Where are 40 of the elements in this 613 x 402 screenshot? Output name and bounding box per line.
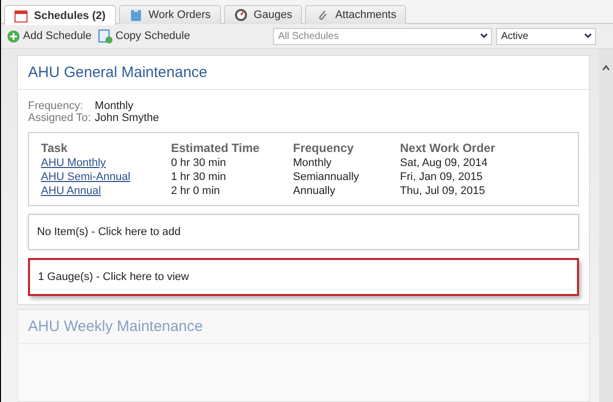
column-header: Next Work Order <box>400 140 496 156</box>
tab[interactable]: Attachments <box>305 5 406 24</box>
table-cell: Sat, Aug 09, 2014 <box>400 157 488 169</box>
column-header: Task <box>41 140 68 156</box>
column-header: Estimated Time <box>171 140 260 156</box>
tab[interactable]: Gauges <box>224 5 302 24</box>
task-link[interactable]: AHU Monthly <box>41 157 106 169</box>
caret-icon <box>480 33 488 39</box>
detail-label: Frequency: <box>28 100 84 112</box>
add-icon <box>7 30 20 42</box>
detail-value: Monthly <box>94 100 134 112</box>
status-dropdown[interactable]: Active <box>496 28 596 44</box>
schedule-title: AHU Weekly Maintenance <box>18 310 589 344</box>
filter-dropdown[interactable]: All Schedules <box>273 28 492 44</box>
detail-value: John Smythe <box>94 112 160 124</box>
tab[interactable]: Schedules (2) <box>4 5 116 25</box>
table-cell: 1 hr 30 min <box>171 171 226 183</box>
copy-icon <box>98 28 112 44</box>
link-row[interactable]: 1 Gauge(s) - Click here to view <box>28 258 579 296</box>
table-cell: Fri, Jan 09, 2015 <box>400 171 483 183</box>
link-row[interactable]: No Item(s) - Click here to add <box>28 214 579 250</box>
table-cell: Thu, Jul 09, 2015 <box>400 185 486 197</box>
table-cell: Monthly <box>293 157 332 169</box>
table-cell: Semiannually <box>293 171 360 183</box>
table-cell: 0 hr 30 min <box>171 157 226 169</box>
gauge-icon <box>234 8 248 22</box>
calendar-icon <box>14 8 28 22</box>
toolbar-button[interactable]: Copy Schedule <box>94 28 194 44</box>
column-header: Frequency <box>293 140 355 156</box>
table-cell: 2 hr 0 min <box>171 185 220 197</box>
detail-label: Assigned To: <box>28 112 91 124</box>
table-cell: Annually <box>293 185 336 197</box>
task-link[interactable]: AHU Semi-Annual <box>41 171 130 183</box>
tab[interactable]: Work Orders <box>118 5 221 24</box>
clipboard-icon <box>128 8 143 22</box>
scroll-up-icon[interactable] <box>602 65 610 71</box>
toolbar-button[interactable]: Add Schedule <box>4 30 94 42</box>
caret-icon <box>584 33 592 39</box>
schedule-title: AHU General Maintenance <box>18 56 589 90</box>
task-link[interactable]: AHU Annual <box>41 185 101 197</box>
